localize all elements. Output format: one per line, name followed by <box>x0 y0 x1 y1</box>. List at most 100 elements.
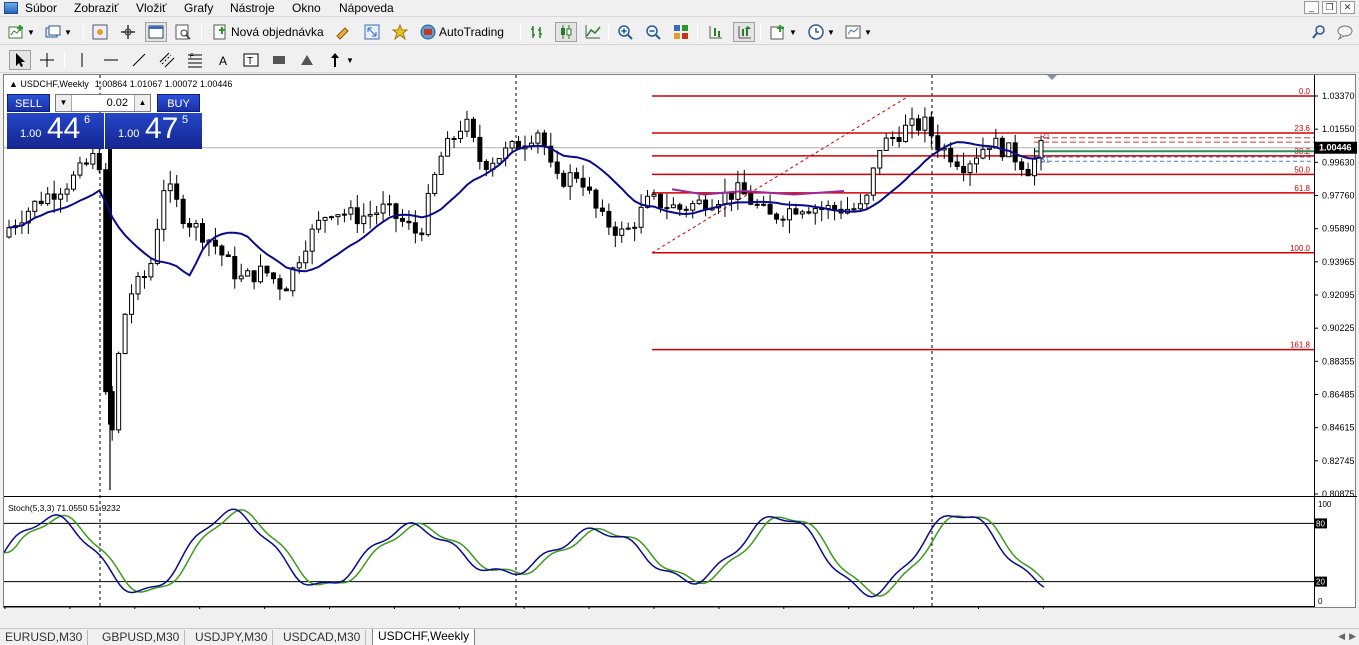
candle-body <box>367 214 373 217</box>
horizontal-line-tool[interactable] <box>101 50 121 70</box>
candle-body <box>483 161 489 170</box>
vertical-line-tool[interactable] <box>72 50 92 70</box>
price-axis-label: 0.92095 <box>1322 290 1355 300</box>
lot-size-input[interactable]: ▼ 0.02 ▲ <box>55 94 151 112</box>
candle-body <box>890 137 896 140</box>
candle-body <box>1019 161 1025 171</box>
text-label-tool[interactable]: T <box>241 50 261 70</box>
tile-windows-button[interactable] <box>671 22 691 42</box>
menu-tools[interactable]: Nástroje <box>227 1 278 15</box>
trendline-tool[interactable] <box>129 50 149 70</box>
candle-body <box>200 223 205 243</box>
candle-body <box>657 193 663 209</box>
candle-body <box>974 157 979 165</box>
search-button[interactable] <box>1309 22 1329 42</box>
chat-button[interactable] <box>1335 22 1355 42</box>
tab-usdcad[interactable]: USDCAD,M30 <box>278 630 367 645</box>
tab-gbpusd[interactable]: GBPUSD,M30 <box>97 630 186 645</box>
chart-canvas[interactable]: ▲ USDCHF,Weekly 1.00864 1.01067 1.00072 1… <box>4 75 1357 609</box>
stoch-level-label: 0 <box>1318 597 1323 606</box>
bar-chart-button[interactable] <box>527 22 547 42</box>
fibonacci-level-label: 161.8 <box>1290 341 1311 350</box>
tab-usdjpy[interactable]: USDJPY,M30 <box>190 630 274 645</box>
candle-body <box>1038 140 1044 159</box>
candlestick-chart-button[interactable] <box>555 22 577 42</box>
new-chart-button[interactable]: ▼ <box>6 22 37 42</box>
profiles-button[interactable]: ▼ <box>43 22 74 42</box>
candle-body <box>470 118 476 138</box>
candle-body <box>554 161 560 174</box>
chart-shift-button[interactable] <box>705 22 725 42</box>
candle-body <box>954 161 960 167</box>
experts-button[interactable] <box>390 22 410 42</box>
more-shapes-button[interactable]: ▼ <box>325 50 356 70</box>
autoscroll-button[interactable] <box>733 22 755 42</box>
candle-body <box>374 212 380 216</box>
minimize-icon[interactable]: _ <box>1304 1 1319 14</box>
metaeditor-button[interactable] <box>333 22 353 42</box>
buy-price-box[interactable]: 1.00 47 5 <box>105 112 202 149</box>
menu-help[interactable]: Nápoveda <box>336 1 397 15</box>
menu-charts[interactable]: Grafy <box>181 1 216 15</box>
strategy-tester-button[interactable] <box>173 22 193 42</box>
candle-body <box>877 149 883 169</box>
price-axis-label: 0.93965 <box>1322 257 1355 267</box>
crosshair-tool[interactable] <box>37 50 57 70</box>
candle-body <box>6 227 12 238</box>
tab-usdchf[interactable]: USDCHF,Weekly <box>372 629 476 645</box>
zoom-in-button[interactable] <box>615 22 635 42</box>
template-icon <box>845 24 861 40</box>
candle-body <box>193 223 199 228</box>
templates-button[interactable]: ▼ <box>843 22 874 42</box>
menu-file[interactable]: Súbor <box>22 1 60 15</box>
rectangle-tool[interactable] <box>269 50 289 70</box>
candle-body <box>290 267 296 292</box>
candle-body <box>412 222 418 234</box>
candle-body <box>425 192 431 236</box>
chart-header: ▲ USDCHF,Weekly 1.00864 1.01067 1.00072 1… <box>9 79 232 89</box>
price-axis-label: 0.84615 <box>1322 423 1355 433</box>
menu-window[interactable]: Okno <box>289 1 324 15</box>
arrows-tool[interactable] <box>297 50 317 70</box>
fullscreen-button[interactable] <box>362 22 382 42</box>
close-icon[interactable]: ✕ <box>1340 1 1355 14</box>
sell-button[interactable]: SELL <box>7 94 50 112</box>
candle-body <box>38 200 44 205</box>
candle-body <box>1025 169 1031 177</box>
stoch-level-label: 20 <box>1316 578 1325 587</box>
lot-increase-icon[interactable]: ▲ <box>134 95 150 111</box>
navigator-button[interactable] <box>118 22 138 42</box>
tab-scroll-left-icon[interactable]: ▶ <box>1349 631 1356 642</box>
chart-window[interactable]: ▲ USDCHF,Weekly 1.00864 1.01067 1.00072 1… <box>3 74 1357 609</box>
lot-decrease-icon[interactable]: ▼ <box>56 95 72 111</box>
periods-button[interactable]: ▼ <box>806 22 837 42</box>
candle-body <box>108 140 112 425</box>
text-label-icon: T <box>243 52 259 68</box>
restore-icon[interactable]: ❐ <box>1322 1 1337 14</box>
menu-view[interactable]: Zobraziť <box>71 1 122 15</box>
stoch-level-label: 80 <box>1316 519 1325 528</box>
candle-body <box>799 211 805 215</box>
arrow-shapes-icon <box>327 52 343 68</box>
menu-insert[interactable]: Vložiť <box>133 1 170 15</box>
candle-body <box>786 208 792 221</box>
line-chart-button[interactable] <box>583 22 603 42</box>
sell-price-box[interactable]: 1.00 44 6 <box>7 112 104 149</box>
new-order-button[interactable]: Nová objednávka <box>210 22 326 42</box>
channel-tool[interactable] <box>157 50 177 70</box>
candle-body <box>870 167 876 196</box>
tab-scroll-right-icon[interactable]: ◀ <box>1338 631 1345 642</box>
fibonacci-tool[interactable]: F <box>185 50 205 70</box>
zoom-out-button[interactable] <box>643 22 663 42</box>
text-tool[interactable]: A <box>213 50 233 70</box>
bar-chart-icon <box>529 24 545 40</box>
buy-button[interactable]: BUY <box>157 94 200 112</box>
terminal-button[interactable] <box>145 22 167 42</box>
cursor-tool[interactable] <box>9 50 31 70</box>
market-watch-button[interactable] <box>90 22 110 42</box>
autotrading-button[interactable]: AutoTrading <box>418 22 506 42</box>
indicators-button[interactable]: ▼ <box>768 22 799 42</box>
tab-eurusd[interactable]: EURUSD,M30 <box>0 630 89 645</box>
candle-body <box>754 203 760 206</box>
candle-body <box>986 147 992 150</box>
